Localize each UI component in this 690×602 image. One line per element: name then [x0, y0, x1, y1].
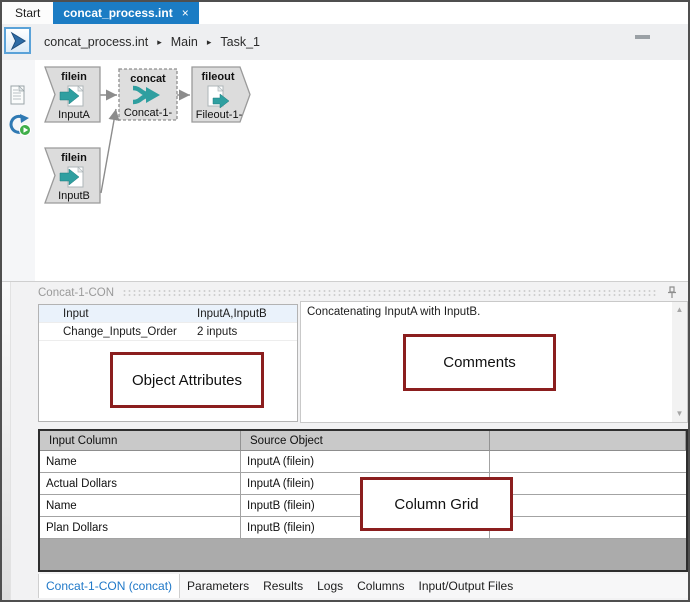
scroll-down-icon[interactable]: ▼ [676, 410, 684, 418]
grid-cell[interactable]: Plan Dollars [40, 517, 241, 539]
grid-header-source-object[interactable]: Source Object [241, 431, 490, 451]
tab-concat-process[interactable]: concat_process.int × [53, 2, 198, 24]
bottom-tab-bar: Concat-1-CON (concat) Parameters Results… [38, 574, 688, 598]
flow-diagram: filein InputA concat Concat-1- [2, 60, 688, 278]
play-icon [7, 30, 28, 51]
tab-logs[interactable]: Logs [310, 574, 350, 598]
collapse-panel-icon[interactable] [635, 35, 650, 39]
grid-cell[interactable] [490, 473, 686, 495]
properties-pane: Concat-1-CON Input InputA,InputB Change_… [2, 281, 688, 600]
node-type-label: filein [61, 71, 87, 83]
attribute-row[interactable]: Change_Inputs_Order 2 inputs [39, 323, 297, 341]
node-name-label: InputA [58, 109, 90, 121]
attribute-value[interactable]: InputA,InputB [197, 308, 297, 320]
grid-cell[interactable] [490, 495, 686, 517]
edge-inputb-to-concat[interactable] [101, 109, 116, 193]
comments-text: Concatenating InputA with InputB. [307, 306, 480, 318]
run-button[interactable] [4, 27, 31, 54]
node-name-label: InputB [58, 190, 90, 202]
attribute-value[interactable]: 2 inputs [197, 326, 297, 338]
pane-header: Concat-1-CON [38, 285, 678, 300]
chevron-right-icon: ▸ [157, 37, 162, 48]
tab-concat-process-label: concat_process.int [63, 6, 172, 20]
pin-icon[interactable] [666, 286, 678, 300]
node-name-label: Concat-1- [124, 107, 173, 119]
tab-input-output-files[interactable]: Input/Output Files [411, 574, 520, 598]
tab-start-label: Start [15, 6, 40, 20]
node-inputb[interactable]: filein InputB [45, 148, 100, 203]
node-type-label: concat [130, 73, 166, 85]
grid-cell[interactable]: Actual Dollars [40, 473, 241, 495]
document-tab-bar: Start concat_process.int × [2, 2, 688, 24]
grid-cell[interactable] [490, 451, 686, 473]
breadcrumb: concat_process.int ▸ Main ▸ Task_1 [44, 24, 260, 60]
grid-cell[interactable]: InputA (filein) [241, 451, 490, 473]
attribute-row[interactable]: Input InputA,InputB [39, 305, 297, 323]
node-concat[interactable]: concat Concat-1- [119, 69, 177, 120]
node-type-label: fileout [202, 71, 235, 83]
grid-header-row: Input Column Source Object [40, 431, 686, 451]
tab-columns[interactable]: Columns [350, 574, 411, 598]
tab-start[interactable]: Start [2, 2, 53, 24]
grid-cell[interactable]: Name [40, 495, 241, 517]
attribute-name: Change_Inputs_Order [63, 326, 197, 338]
breadcrumb-item-task[interactable]: Task_1 [220, 35, 260, 49]
annotation-object-attributes: Object Attributes [110, 352, 264, 408]
breadcrumb-bar: concat_process.int ▸ Main ▸ Task_1 [2, 24, 688, 61]
app-window: Start concat_process.int × concat_proces… [0, 0, 690, 602]
annotation-comments: Comments [403, 334, 556, 391]
tab-parameters[interactable]: Parameters [180, 574, 256, 598]
grid-cell[interactable]: Name [40, 451, 241, 473]
node-fileout[interactable]: fileout Fileout-1- [192, 67, 250, 122]
pane-title: Concat-1-CON [38, 287, 114, 299]
grid-header-input-column[interactable]: Input Column [40, 431, 241, 451]
attribute-name: Input [63, 308, 197, 320]
comments-scrollbar[interactable]: ▲ ▼ [672, 302, 687, 422]
annotation-column-grid: Column Grid [360, 477, 513, 531]
scroll-up-icon[interactable]: ▲ [676, 306, 684, 314]
grid-row[interactable]: Name InputA (filein) [40, 451, 686, 473]
node-type-label: filein [61, 152, 87, 164]
pane-left-gutter [2, 282, 11, 600]
close-icon[interactable]: × [182, 7, 189, 19]
tab-concat-1-con[interactable]: Concat-1-CON (concat) [38, 574, 180, 598]
chevron-right-icon: ▸ [207, 37, 212, 48]
breadcrumb-item-file[interactable]: concat_process.int [44, 35, 148, 49]
breadcrumb-item-main[interactable]: Main [171, 35, 198, 49]
pane-header-texture[interactable] [122, 289, 658, 297]
process-canvas[interactable]: filein InputA concat Concat-1- [2, 60, 688, 281]
grid-cell[interactable] [490, 517, 686, 539]
node-name-label: Fileout-1- [196, 109, 243, 121]
node-inputa[interactable]: filein InputA [45, 67, 100, 122]
grid-header-empty[interactable] [490, 431, 686, 451]
tab-results[interactable]: Results [256, 574, 310, 598]
